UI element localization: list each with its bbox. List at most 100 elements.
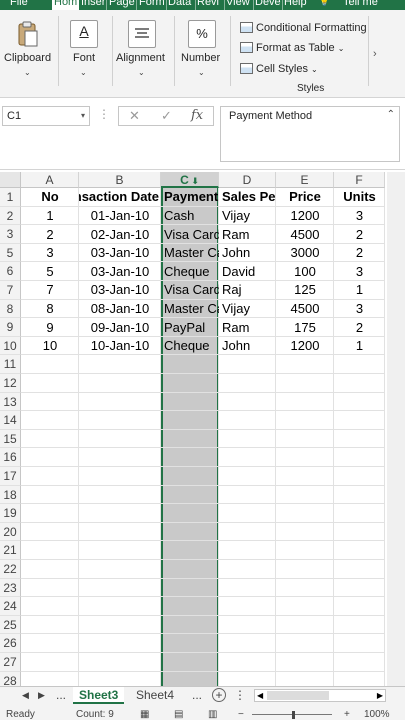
- cell-d2[interactable]: Vijay: [222, 207, 276, 225]
- cell-d7[interactable]: Raj: [222, 281, 276, 299]
- row-header-25[interactable]: 25: [0, 615, 21, 635]
- row-header-7[interactable]: 7: [0, 281, 21, 300]
- chevron-right-icon[interactable]: ›: [373, 48, 377, 60]
- cell-a3[interactable]: 2: [21, 226, 79, 244]
- row-header-11[interactable]: 11: [0, 355, 21, 374]
- chevron-up-icon[interactable]: ⌃: [387, 109, 395, 120]
- cell-c10[interactable]: Cheque: [164, 337, 219, 355]
- cell-f10[interactable]: 1: [334, 337, 385, 355]
- header-cell-c[interactable]: Payment Method: [164, 188, 219, 206]
- enter-icon[interactable]: ✓: [161, 108, 172, 124]
- cell-a6[interactable]: 5: [21, 263, 79, 281]
- row-header-10[interactable]: 10: [0, 336, 21, 356]
- cell-b2[interactable]: 01-Jan-10: [79, 207, 161, 225]
- sheet-ellipsis-right[interactable]: ...: [192, 687, 202, 704]
- zoom-in-icon[interactable]: +: [344, 710, 350, 720]
- vertical-scrollbar[interactable]: [387, 172, 405, 686]
- column-header-d[interactable]: D: [219, 172, 276, 188]
- tab-data[interactable]: Data: [168, 0, 194, 10]
- tab-tell-me[interactable]: Tell me: [343, 0, 378, 10]
- tab-insert[interactable]: Inser: [81, 0, 105, 10]
- cell-e5[interactable]: 3000: [276, 244, 334, 262]
- row-header-9[interactable]: 9: [0, 318, 21, 337]
- cell-d10[interactable]: John: [222, 337, 276, 355]
- cell-d5[interactable]: John: [222, 244, 276, 262]
- select-all-corner[interactable]: [0, 172, 21, 188]
- cell-d8[interactable]: Vijay: [222, 300, 276, 318]
- row-header-24[interactable]: 24: [0, 597, 21, 616]
- row-header-15[interactable]: 15: [0, 429, 21, 449]
- cell-e7[interactable]: 125: [276, 281, 334, 299]
- cell-a8[interactable]: 8: [21, 300, 79, 318]
- tab-help[interactable]: Help: [284, 0, 310, 10]
- row-header-13[interactable]: 13: [0, 392, 21, 412]
- cancel-icon[interactable]: ✕: [129, 108, 140, 124]
- cell-c7[interactable]: Visa Card: [164, 281, 219, 299]
- zoom-out-icon[interactable]: −: [238, 710, 244, 720]
- cell-f2[interactable]: 3: [334, 207, 385, 225]
- row-header-20[interactable]: 20: [0, 522, 21, 542]
- tab-home[interactable]: Hom: [52, 0, 80, 10]
- cell-b8[interactable]: 08-Jan-10: [79, 300, 161, 318]
- row-header-3[interactable]: 3: [0, 225, 21, 244]
- worksheet-grid[interactable]: ABC ⬇ D E F 1 2 3 5 6 7 8 9 10 11 12 13 14 15 16 17 18 19 20 21…: [0, 172, 385, 686]
- font-icon[interactable]: A: [70, 20, 98, 48]
- cell-a10[interactable]: 10: [21, 337, 79, 355]
- more-options-icon[interactable]: ⋮: [234, 687, 246, 704]
- format-as-table-button[interactable]: Format as Table ⌄: [240, 40, 344, 56]
- header-cell-a[interactable]: No: [21, 188, 79, 206]
- conditional-formatting-button[interactable]: Conditional Formatting: [240, 20, 367, 36]
- cell-a2[interactable]: 1: [21, 207, 79, 225]
- cell-e3[interactable]: 4500: [276, 226, 334, 244]
- normal-view-icon[interactable]: ▦: [140, 710, 149, 720]
- cell-styles-button[interactable]: Cell Styles ⌄: [240, 61, 318, 77]
- cell-d3[interactable]: Ram: [222, 226, 276, 244]
- row-header-2[interactable]: 2: [0, 206, 21, 226]
- column-header-e[interactable]: E: [276, 172, 334, 188]
- cell-e8[interactable]: 4500: [276, 300, 334, 318]
- page-break-view-icon[interactable]: ▥: [208, 710, 217, 720]
- paste-icon[interactable]: [16, 20, 40, 48]
- row-header-18[interactable]: 18: [0, 485, 21, 505]
- cell-c8[interactable]: Master Card: [164, 300, 219, 318]
- row-header-27[interactable]: 27: [0, 653, 21, 672]
- cell-e10[interactable]: 1200: [276, 337, 334, 355]
- row-header-22[interactable]: 22: [0, 560, 21, 579]
- zoom-level[interactable]: 100%: [364, 710, 390, 720]
- cell-f6[interactable]: 3: [334, 263, 385, 281]
- add-sheet-button[interactable]: +: [212, 688, 226, 702]
- cell-a9[interactable]: 9: [21, 319, 79, 337]
- next-sheet-icon[interactable]: ▶: [38, 687, 45, 704]
- header-cell-b[interactable]: Transaction Date: [79, 188, 161, 206]
- row-header-8[interactable]: 8: [0, 299, 21, 319]
- name-box[interactable]: C1 ▾: [2, 106, 90, 126]
- tab-formulas[interactable]: Form: [139, 0, 165, 10]
- tab-sheet4[interactable]: Sheet4: [130, 687, 180, 704]
- cell-b7[interactable]: 03-Jan-10: [79, 281, 161, 299]
- column-header-c[interactable]: C ⬇: [161, 172, 219, 188]
- cell-c3[interactable]: Visa Card: [164, 226, 219, 244]
- cell-d6[interactable]: David: [222, 263, 276, 281]
- chevron-down-icon[interactable]: ⌄: [138, 68, 145, 77]
- cell-a5[interactable]: 3: [21, 244, 79, 262]
- header-cell-d[interactable]: Sales Person: [222, 188, 276, 206]
- cell-b9[interactable]: 09-Jan-10: [79, 319, 161, 337]
- tab-sheet3[interactable]: Sheet3: [73, 687, 125, 704]
- row-header-1[interactable]: 1: [0, 188, 21, 207]
- cell-b3[interactable]: 02-Jan-10: [79, 226, 161, 244]
- row-header-16[interactable]: 16: [0, 448, 21, 467]
- row-header-23[interactable]: 23: [0, 578, 21, 598]
- chevron-down-icon[interactable]: ⌄: [198, 68, 205, 77]
- row-header-12[interactable]: 12: [0, 374, 21, 393]
- tab-file[interactable]: File: [10, 0, 28, 10]
- tab-view[interactable]: View: [226, 0, 252, 10]
- column-header-a[interactable]: A: [21, 172, 79, 188]
- scroll-thumb[interactable]: [267, 691, 329, 700]
- tab-review[interactable]: Revi: [197, 0, 223, 10]
- row-header-5[interactable]: 5: [0, 243, 21, 263]
- more-options-icon[interactable]: ⋮: [98, 107, 110, 121]
- chevron-down-icon[interactable]: ▾: [81, 107, 85, 125]
- cell-e9[interactable]: 175: [276, 319, 334, 337]
- cell-c5[interactable]: Master Card: [164, 244, 219, 262]
- cell-d9[interactable]: Ram: [222, 319, 276, 337]
